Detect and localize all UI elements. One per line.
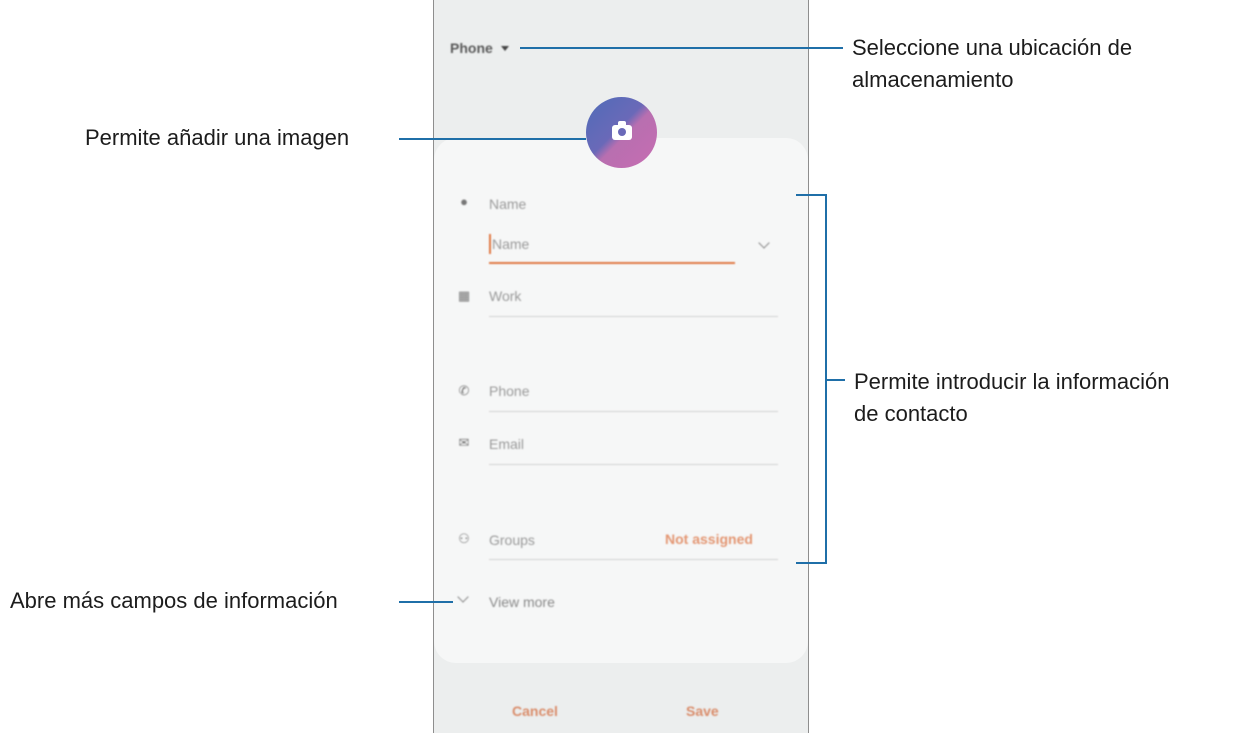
view-more-button[interactable]: View more [489,594,555,610]
contact-callout: Permite introducir la información de con… [854,366,1169,430]
groups-underline [489,559,778,560]
phone-underline [489,411,778,412]
email-underline [489,464,778,465]
contact-callout-line [825,379,845,381]
storage-selector[interactable]: Phone [450,40,509,56]
caret-down-icon [500,45,509,51]
storage-callout-line [520,47,843,49]
more-fields-callout-line [399,601,453,603]
name-input[interactable]: Name [492,236,529,252]
camera-icon [611,121,632,140]
storage-callout-line2: almacenamiento [852,67,1014,92]
contact-callout-line1: Permite introducir la información [854,369,1170,394]
cancel-button[interactable]: Cancel [512,703,558,719]
storage-callout-line1: Seleccione una ubicación de [852,35,1133,60]
people-icon: ⚇ [458,531,470,546]
text-cursor [489,234,491,254]
storage-callout: Seleccione una ubicación de almacenamien… [852,32,1132,96]
save-button[interactable]: Save [686,703,719,719]
name-section-label: Name [489,196,527,212]
name-input-underline [489,262,735,264]
add-image-button[interactable] [586,97,657,168]
contact-callout-line2: de contacto [854,401,968,426]
image-callout-line [399,138,586,140]
contact-form-card [434,138,808,663]
phone-icon: ✆ [458,383,470,398]
groups-value[interactable]: Not assigned [665,531,753,547]
image-callout: Permite añadir una imagen [85,125,350,150]
more-fields-callout: Abre más campos de información [10,588,338,613]
envelope-icon: ✉ [458,435,470,450]
phone-field[interactable]: Phone [489,383,529,399]
contact-bracket-bottom [796,562,827,564]
email-field[interactable]: Email [489,436,524,452]
contact-bracket-top [796,194,827,196]
work-underline [489,316,778,317]
person-icon: ● [460,194,468,209]
work-field[interactable]: Work [489,288,521,304]
groups-field[interactable]: Groups [489,532,535,548]
phone-screen: Phone ● Name Name ▦ Work ✆ Phone ✉ Email… [433,0,809,733]
storage-label: Phone [450,40,493,56]
building-icon: ▦ [457,288,471,303]
